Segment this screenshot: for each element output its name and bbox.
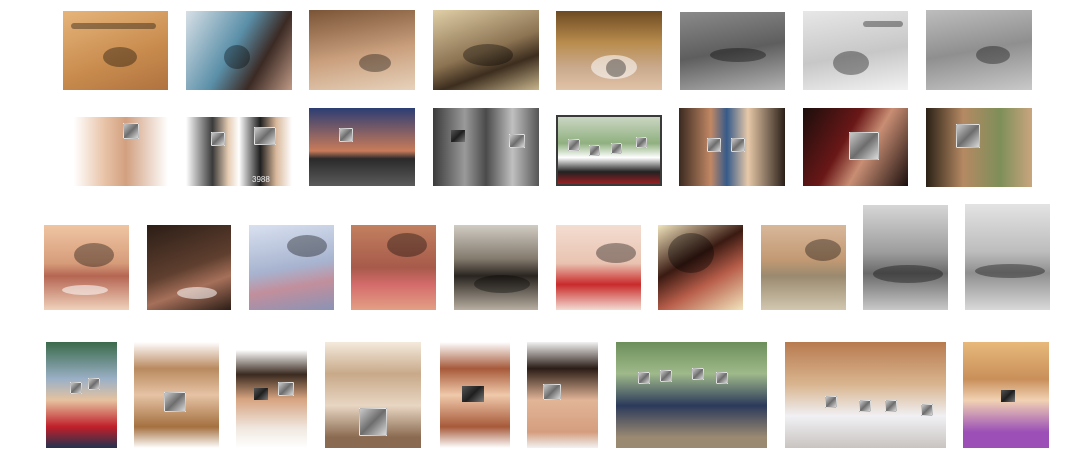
face-photo-5: [803, 108, 908, 186]
mouth-patch: [692, 368, 704, 380]
group-photo-3: [616, 342, 767, 448]
eye-iris: [606, 59, 626, 77]
mouth-photo-1: [44, 225, 129, 310]
mouth-photo-9: [863, 205, 948, 310]
nose: [387, 233, 427, 257]
eye-iris: [463, 44, 513, 66]
portrait-photo-2: [325, 342, 421, 448]
mouth-patch: [1001, 390, 1015, 402]
mouth-patch: [825, 396, 837, 408]
mouth-photo-6: [556, 225, 641, 310]
mouth-patch: [921, 404, 933, 416]
mouth-patch: [638, 372, 650, 384]
eye-patch: [451, 130, 465, 142]
eye-iris: [224, 45, 250, 69]
mouth-patch: [859, 400, 871, 412]
mouth-patch: [462, 386, 484, 402]
eyebrow: [71, 23, 156, 29]
eye-patch: [849, 132, 879, 160]
eye-iris: [976, 46, 1010, 64]
face-photo-2: 3988: [186, 117, 292, 186]
face-photo-3: [309, 108, 415, 186]
nose: [287, 235, 327, 257]
eye-photo-3: [309, 10, 415, 90]
nose: [74, 243, 114, 267]
eye-patch: [568, 139, 580, 151]
mouth-patch: [660, 370, 672, 382]
face-photo-6: [926, 108, 1032, 187]
eye-photo-6: [680, 12, 785, 90]
mouth-photo-10: [965, 204, 1050, 310]
mouth: [177, 287, 217, 299]
mouth-photo-4: [351, 225, 436, 310]
group-photo-2: [46, 342, 117, 448]
mouth-patch: [70, 382, 82, 394]
portrait-photo-5: [963, 342, 1049, 448]
mouth-patch: [88, 378, 100, 390]
eye-photo-5: [556, 11, 662, 90]
eye-iris: [833, 51, 869, 75]
eye-patch: [611, 143, 622, 154]
portrait-photo-3: [440, 342, 510, 448]
eye-patch: [254, 127, 276, 145]
eye-patch: [636, 137, 647, 148]
face-photo-4: [433, 108, 539, 186]
mouth-patch: [254, 388, 268, 400]
eyebrow: [863, 21, 903, 27]
eye-photo-8: [926, 10, 1032, 90]
mouth-patch: [278, 382, 294, 396]
mouth-photo-8: [761, 225, 846, 310]
couple-photo-2: [236, 350, 307, 448]
eye-iris: [359, 54, 391, 72]
eye-photo-1: [63, 11, 168, 90]
eye-patch: [589, 145, 600, 156]
eye-patch: [509, 134, 525, 148]
couple-photo-1: [679, 108, 785, 186]
mouth-patch: [359, 408, 387, 436]
eye-patch: [211, 132, 225, 146]
eye-photo-4: [433, 10, 539, 90]
nose: [668, 233, 714, 273]
mouth-photo-7: [658, 225, 743, 310]
group-photo-4: [785, 342, 946, 448]
mouth-patch: [716, 372, 728, 384]
mouth-photo-3: [249, 225, 334, 310]
eye-iris: [710, 48, 766, 62]
mouth: [975, 264, 1045, 278]
eye-patch: [707, 138, 721, 152]
mustache: [474, 275, 530, 293]
mouth: [873, 265, 943, 283]
mouth-patch: [164, 392, 186, 412]
eye-patch: [731, 138, 745, 152]
mouth-photo-5: [454, 225, 538, 310]
portrait-photo-1: [134, 342, 219, 448]
eye-photo-7: [803, 11, 908, 90]
teeth: [62, 285, 108, 295]
group-photo-1: [556, 115, 662, 186]
face-photo-1: [63, 117, 168, 186]
mouth-patch: [885, 400, 897, 412]
eye-photo-2: [186, 11, 292, 90]
portrait-photo-4: [527, 342, 598, 448]
eye-iris: [103, 47, 137, 67]
nose: [805, 239, 841, 261]
jersey-number: 3988: [252, 175, 270, 184]
mouth-patch: [543, 384, 561, 400]
eye-patch: [339, 128, 353, 142]
eye-patch: [956, 124, 980, 148]
eye-patch: [123, 123, 139, 139]
mouth-photo-2: [147, 225, 231, 310]
nose: [596, 243, 636, 263]
